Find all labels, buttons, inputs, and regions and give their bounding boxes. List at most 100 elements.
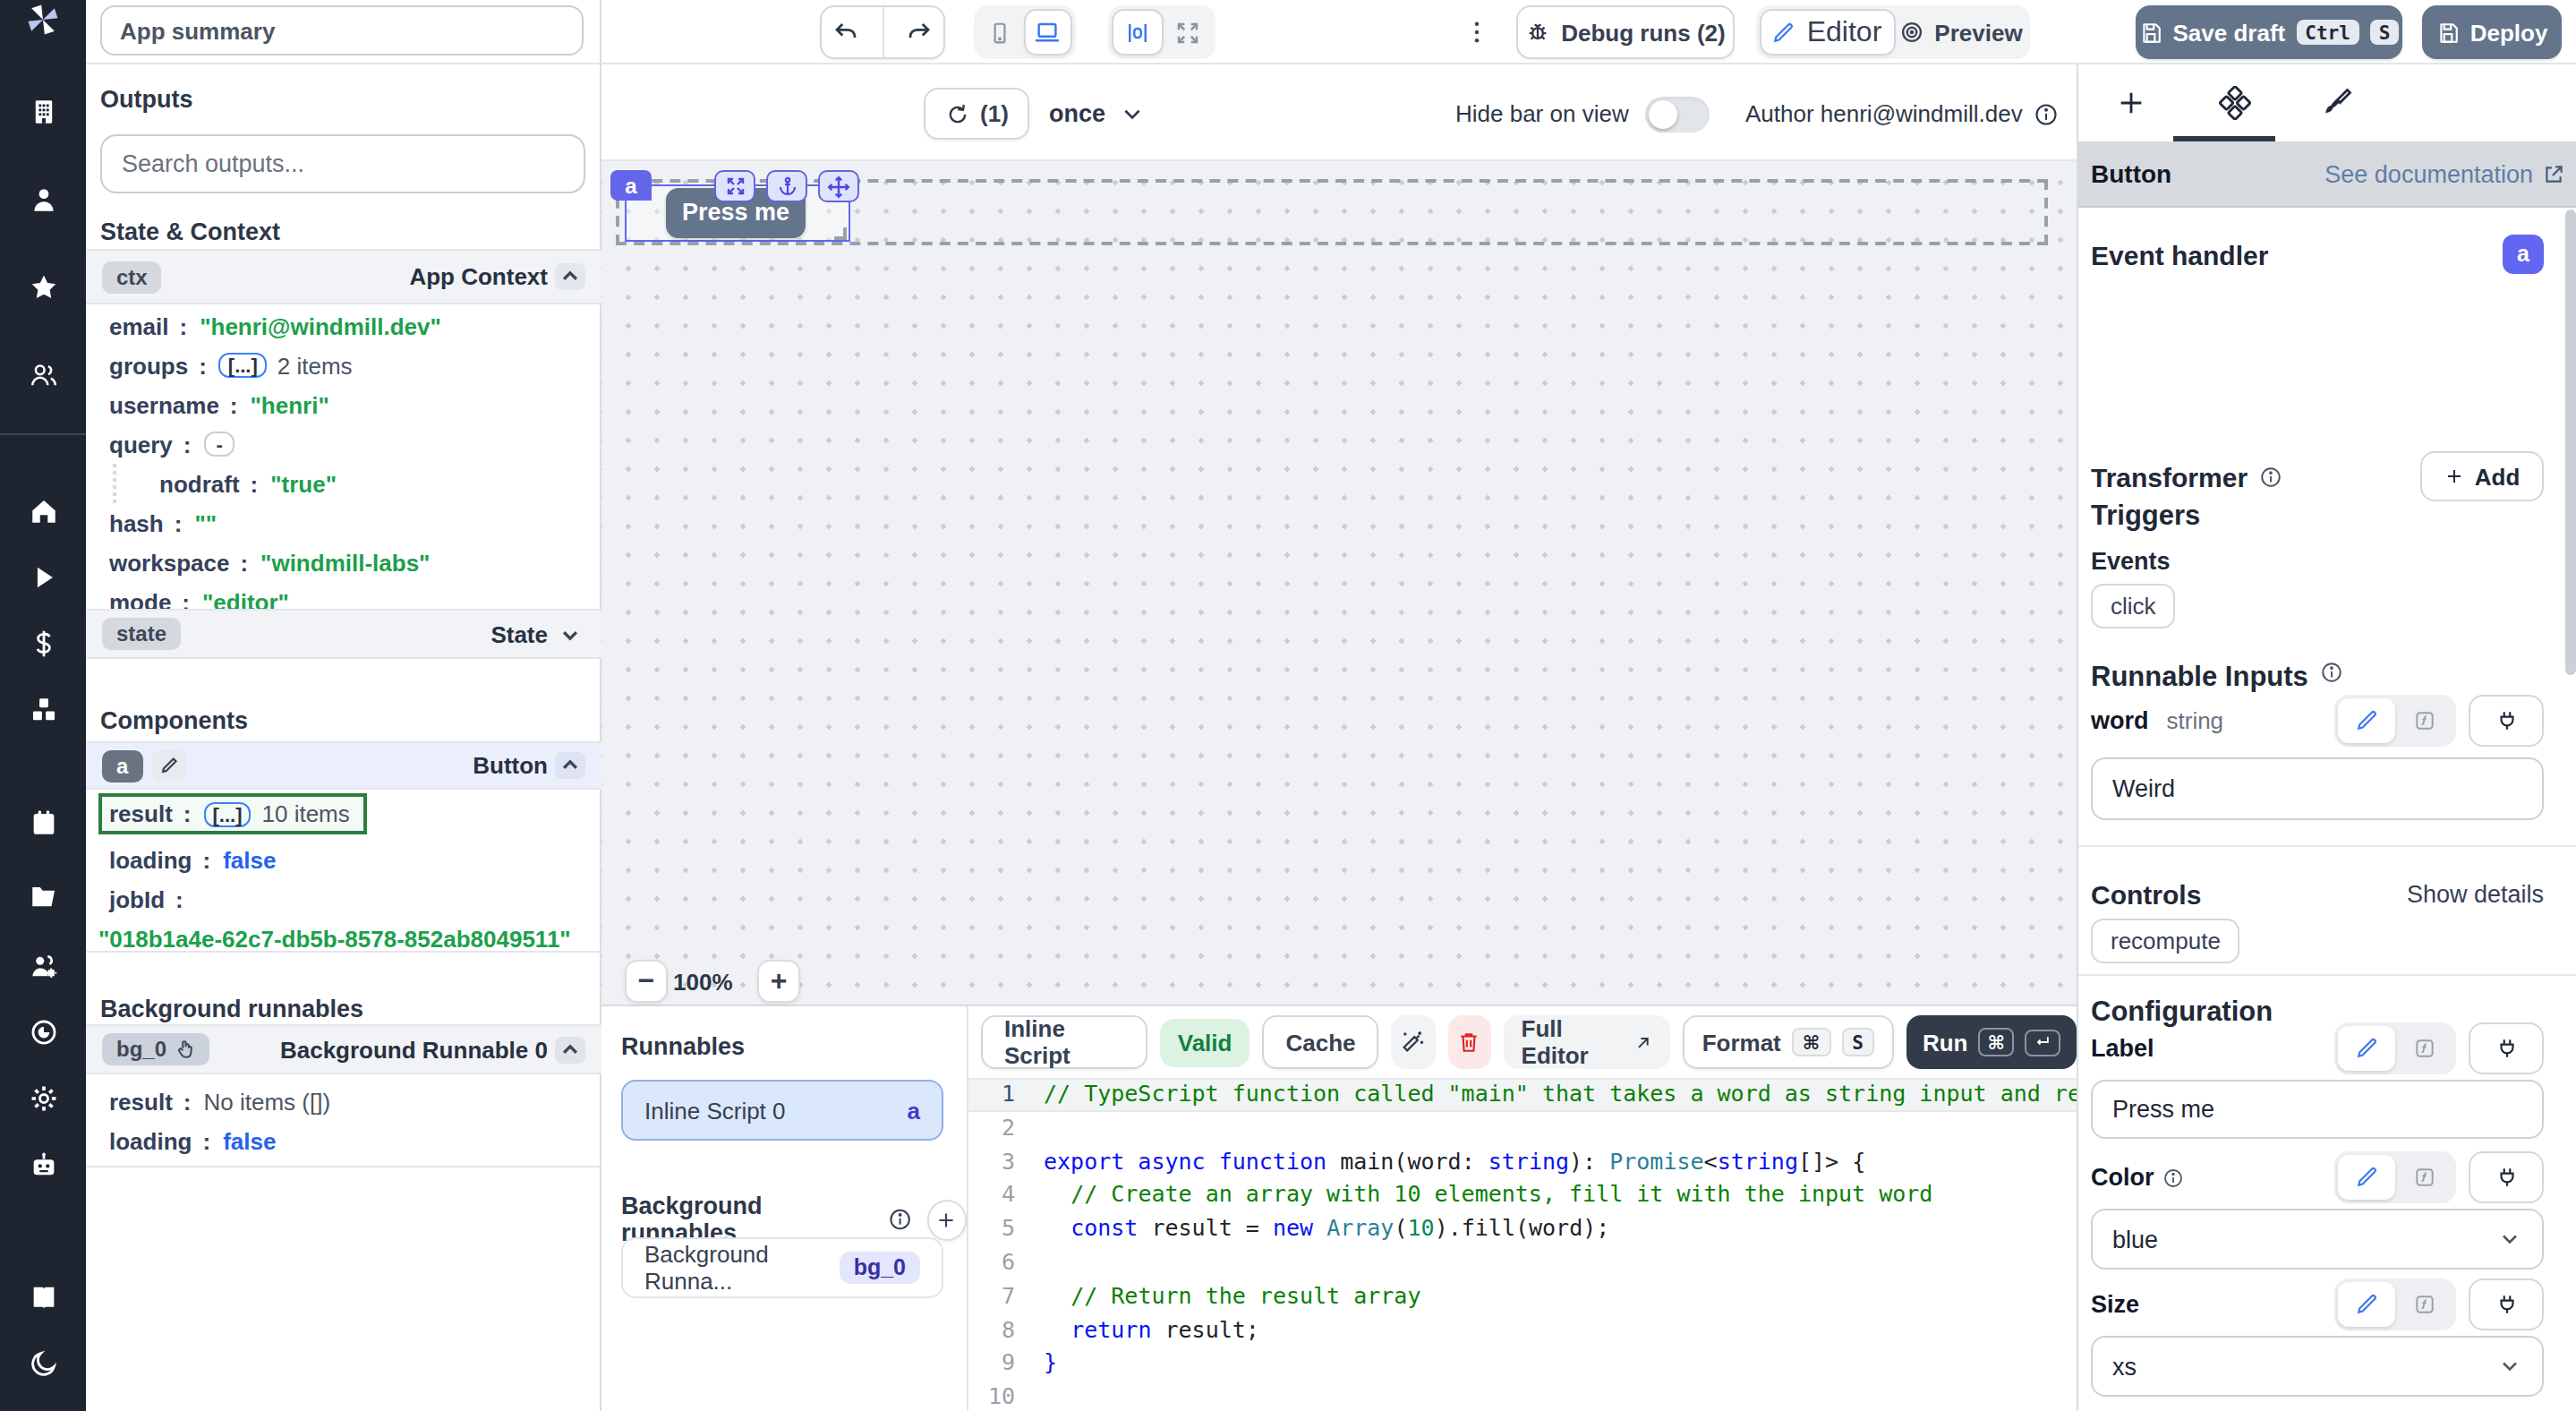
component-settings-tab[interactable] [2182, 85, 2286, 119]
book-icon[interactable] [0, 1264, 86, 1330]
fullscreen-canvas-button[interactable] [1164, 9, 1212, 56]
deploy-button[interactable]: Deploy [2422, 5, 2562, 59]
styling-tab[interactable] [2286, 86, 2390, 118]
color-static-mode-button[interactable] [2338, 1155, 2395, 1200]
ctx-chip[interactable]: ctx [102, 261, 162, 293]
code-line-1[interactable]: 1// TypeScript function called "main" th… [968, 1078, 2077, 1112]
collapse-component-icon[interactable] [555, 752, 585, 779]
code-line-2[interactable]: 2 [968, 1112, 2077, 1146]
building-icon[interactable] [0, 79, 86, 145]
hide-bar-toggle[interactable] [1645, 96, 1710, 132]
editor-tab[interactable]: Editor [1760, 9, 1895, 56]
cache-button[interactable]: Cache [1262, 1015, 1378, 1069]
code-line-8[interactable]: 8 return result; [968, 1313, 2077, 1347]
user-icon[interactable] [0, 167, 86, 233]
recompute-chip[interactable]: recompute [2091, 919, 2240, 963]
color-connect-button[interactable] [2469, 1151, 2544, 1203]
debug-runs-button[interactable]: Debug runs (2) [1516, 5, 1735, 59]
component-a-header[interactable]: a Button [86, 741, 601, 790]
schedule-select[interactable]: once [1049, 88, 1143, 140]
component-a-chip[interactable]: a [102, 749, 142, 782]
users-icon[interactable] [0, 342, 86, 408]
expand-state-icon[interactable] [555, 620, 585, 647]
static-input-mode-button[interactable] [2338, 698, 2395, 743]
format-button[interactable]: Format ⌘ S [1683, 1015, 1894, 1069]
expand-array-chip[interactable]: [...] [204, 801, 252, 826]
code-line-3[interactable]: 3export async function main(word: string… [968, 1145, 2077, 1179]
inline-script-button[interactable]: Inline Script [981, 1015, 1147, 1069]
size-static-mode-button[interactable] [2338, 1282, 2395, 1327]
bg0-chip[interactable]: bg_0 [102, 1033, 209, 1065]
windmill-logo-icon[interactable] [0, 0, 86, 39]
collapse-bg0-icon[interactable] [555, 1036, 585, 1063]
refresh-button[interactable]: (1) [924, 88, 1029, 140]
undo-button[interactable] [822, 7, 871, 57]
save-draft-button[interactable]: Save draft Ctrl S [2136, 5, 2402, 59]
redo-button[interactable] [894, 7, 943, 57]
label-input-field[interactable]: Press me [2091, 1080, 2544, 1139]
preview-tab[interactable]: Preview [1895, 9, 2026, 56]
state-chip[interactable]: state [102, 618, 181, 650]
add-transformer-button[interactable]: Add [2420, 451, 2544, 501]
color-eval-mode-button[interactable] [2395, 1155, 2452, 1200]
app-summary-input[interactable] [100, 5, 584, 56]
bg0-section-header[interactable]: bg_0 Background Runnable 0 [86, 1024, 601, 1074]
star-icon[interactable] [0, 254, 86, 321]
search-outputs-input[interactable] [100, 134, 585, 193]
zoom-out-button[interactable]: − [625, 960, 668, 1003]
run-button[interactable]: Run ⌘ [1906, 1015, 2077, 1069]
zoom-in-button[interactable]: + [757, 960, 800, 1003]
code-line-9[interactable]: 9} [968, 1347, 2077, 1381]
more-options-button[interactable] [1461, 5, 1493, 59]
users-gear-icon[interactable] [0, 933, 86, 999]
right-panel-scrollbar[interactable] [2565, 210, 2575, 675]
play-icon[interactable] [0, 544, 86, 611]
code-line-7[interactable]: 7 // Return the result array [968, 1280, 2077, 1314]
gear-icon[interactable] [0, 1065, 86, 1132]
see-documentation-link[interactable]: See documentation [2324, 160, 2565, 187]
center-component-button[interactable] [1112, 9, 1164, 56]
show-details-link[interactable]: Show details [2407, 881, 2544, 908]
anchor-component-button[interactable] [766, 170, 807, 202]
runnable-item-inline-script-0[interactable]: Inline Script 0 a [621, 1080, 943, 1141]
dollar-icon[interactable] [0, 611, 86, 677]
calendar-icon[interactable] [0, 790, 86, 856]
component-result-row[interactable]: result: [...] 10 items [98, 793, 367, 834]
eval-input-mode-button[interactable] [2395, 698, 2452, 743]
expand-component-button[interactable] [714, 170, 755, 202]
robot-icon[interactable] [0, 1132, 86, 1198]
mobile-view-button[interactable] [977, 9, 1023, 56]
state-section-header[interactable]: state State [86, 609, 601, 659]
boxes-icon[interactable] [0, 677, 86, 743]
expand-array-chip[interactable]: [...] [219, 353, 267, 378]
desktop-view-button[interactable] [1023, 9, 1072, 56]
home-icon[interactable] [0, 478, 86, 544]
resize-handle[interactable] [834, 227, 847, 240]
size-eval-mode-button[interactable] [2395, 1282, 2452, 1327]
code-area[interactable]: 1// TypeScript function called "main" th… [968, 1078, 2077, 1411]
ai-wand-button[interactable] [1392, 1015, 1436, 1069]
code-line-5[interactable]: 5 const result = new Array(10).fill(word… [968, 1212, 2077, 1246]
add-background-runnable-button[interactable] [926, 1199, 967, 1240]
delete-script-button[interactable] [1447, 1015, 1491, 1069]
folder-icon[interactable] [0, 863, 86, 929]
app-canvas[interactable]: a Press me − 100% + [601, 159, 2077, 1006]
label-eval-mode-button[interactable] [2395, 1026, 2452, 1071]
ctx-section-header[interactable]: ctx App Context [86, 249, 601, 304]
code-line-6[interactable]: 6 [968, 1246, 2077, 1280]
insert-component-tab[interactable] [2078, 87, 2182, 117]
label-connect-button[interactable] [2469, 1022, 2544, 1074]
runnable-item-bg0[interactable]: Background Runna... bg_0 [621, 1237, 943, 1298]
move-component-button[interactable] [818, 170, 859, 202]
connect-input-button[interactable] [2469, 695, 2544, 747]
size-select[interactable]: xs [2091, 1336, 2544, 1397]
code-line-4[interactable]: 4 // Create an array with 10 elements, f… [968, 1179, 2077, 1213]
word-input-field[interactable]: Weird [2091, 757, 2544, 820]
full-editor-button[interactable]: Full Editor [1504, 1015, 1670, 1069]
size-connect-button[interactable] [2469, 1278, 2544, 1330]
moon-icon[interactable] [0, 1330, 86, 1397]
code-line-10[interactable]: 10 [968, 1381, 2077, 1411]
compass-icon[interactable] [0, 999, 86, 1065]
color-select[interactable]: blue [2091, 1209, 2544, 1270]
collapse-ctx-icon[interactable] [555, 263, 585, 290]
